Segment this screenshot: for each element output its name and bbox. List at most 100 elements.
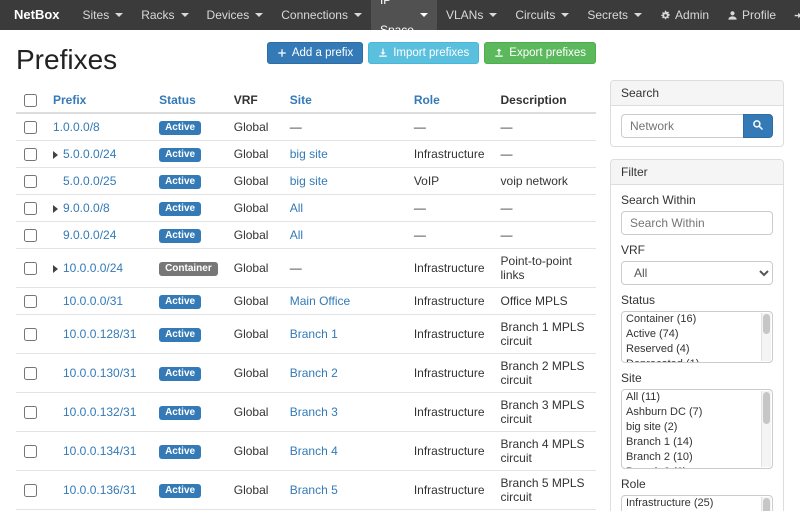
row-checkbox[interactable] — [24, 148, 37, 161]
prefix-link[interactable]: 5.0.0.0/24 — [63, 147, 116, 161]
table-row: 10.0.0.136/31ActiveGlobalBranch 5Infrast… — [16, 471, 596, 510]
nav-item-label: Profile — [742, 0, 776, 30]
status-badge: Active — [159, 406, 201, 420]
site-multiselect[interactable]: All (11)Ashburn DC (7)big site (2)Branch… — [621, 389, 773, 469]
site-cell: Main Office — [282, 288, 406, 315]
nav-item-devices[interactable]: Devices — [198, 0, 273, 30]
nav-item-profile[interactable]: Profile — [718, 0, 785, 30]
nav-item-racks[interactable]: Racks — [132, 0, 197, 30]
site-link[interactable]: Branch 5 — [290, 483, 338, 497]
prefix-link[interactable]: 10.0.0.0/31 — [63, 294, 123, 308]
nav-item-sites[interactable]: Sites — [74, 0, 133, 30]
prefix-link[interactable]: 10.0.0.130/31 — [63, 366, 136, 380]
site-link[interactable]: Branch 3 — [290, 405, 338, 419]
scrollbar[interactable] — [761, 313, 771, 361]
status-multiselect[interactable]: Container (16)Active (74)Reserved (4)Dep… — [621, 311, 773, 363]
prefix-link[interactable]: 10.0.0.128/31 — [63, 327, 136, 341]
nav-item-log-out[interactable]: Log out — [785, 0, 800, 30]
add-a-prefix-button[interactable]: Add a prefix — [267, 42, 363, 64]
row-checkbox[interactable] — [24, 229, 37, 242]
vrf-cell: Global — [226, 315, 282, 354]
option-reserved-4[interactable]: Reserved (4) — [622, 342, 772, 357]
row-checkbox[interactable] — [24, 295, 37, 308]
prefix-link[interactable]: 9.0.0.0/24 — [63, 228, 116, 242]
brand[interactable]: NetBox — [0, 0, 74, 30]
scrollbar-thumb[interactable] — [763, 498, 770, 511]
status-cell: Active — [151, 195, 226, 222]
nav-item-secrets[interactable]: Secrets — [578, 0, 651, 30]
prefix-cell: 10.0.0.128/31 — [45, 315, 151, 354]
option-container-16[interactable]: Container (16) — [622, 312, 772, 327]
option-ashburn-dc-7[interactable]: Ashburn DC (7) — [622, 405, 772, 420]
prefix-link[interactable]: 5.0.0.0/25 — [63, 174, 116, 188]
status-cell: Active — [151, 471, 226, 510]
vrf-cell: Global — [226, 354, 282, 393]
import-prefixes-button[interactable]: Import prefixes — [368, 42, 479, 64]
site-link[interactable]: All — [290, 201, 303, 215]
nav-item-label: Connections — [281, 0, 348, 30]
row-checkbox[interactable] — [24, 175, 37, 188]
vrf-cell: Global — [226, 195, 282, 222]
column-header-status[interactable]: Status — [159, 93, 196, 107]
scrollbar-thumb[interactable] — [763, 392, 770, 424]
prefix-link[interactable]: 10.0.0.132/31 — [63, 405, 136, 419]
option-branch-2-10[interactable]: Branch 2 (10) — [622, 450, 772, 465]
nav-item-vlans[interactable]: VLANs — [437, 0, 506, 30]
nav-item-connections[interactable]: Connections — [272, 0, 371, 30]
prefix-cell: 1.0.0.0/8 — [45, 113, 151, 141]
site-link[interactable]: big site — [290, 147, 328, 161]
column-header-site[interactable]: Site — [290, 93, 312, 107]
prefix-link[interactable]: 10.0.0.0/24 — [63, 261, 123, 275]
nav-item-ip-space[interactable]: IP Space — [371, 0, 437, 30]
scrollbar-thumb[interactable] — [763, 314, 770, 334]
option-active-74[interactable]: Active (74) — [622, 327, 772, 342]
site-link[interactable]: big site — [290, 174, 328, 188]
search-input[interactable] — [621, 114, 743, 138]
prefix-link[interactable]: 10.0.0.134/31 — [63, 444, 136, 458]
scrollbar[interactable] — [761, 497, 771, 511]
select-all-checkbox[interactable] — [24, 94, 37, 107]
scrollbar[interactable] — [761, 391, 771, 467]
import-icon — [378, 48, 388, 58]
column-header-prefix[interactable]: Prefix — [53, 93, 86, 107]
site-cell: All — [282, 195, 406, 222]
row-checkbox[interactable] — [24, 202, 37, 215]
option-branch-3-6[interactable]: Branch 3 (6) — [622, 465, 772, 469]
site-link[interactable]: Branch 4 — [290, 444, 338, 458]
prefix-link[interactable]: 1.0.0.0/8 — [53, 120, 100, 134]
column-header-vrf: VRF — [234, 93, 258, 107]
filter-label-vrf: VRF — [621, 243, 773, 257]
row-checkbox[interactable] — [24, 121, 37, 134]
row-checkbox[interactable] — [24, 262, 37, 275]
prefix-cell: 10.0.0.0/24 — [45, 249, 151, 288]
prefix-cell: 5.0.0.0/24 — [45, 141, 151, 168]
role-cell: Infrastructure — [406, 141, 493, 168]
nav-item-circuits[interactable]: Circuits — [506, 0, 578, 30]
description-cell: Office MPLS — [493, 288, 596, 315]
search-within-input[interactable] — [621, 211, 773, 235]
row-checkbox[interactable] — [24, 406, 37, 419]
vrf-select[interactable]: All — [621, 261, 773, 285]
prefix-link[interactable]: 9.0.0.0/8 — [63, 201, 110, 215]
column-header-role[interactable]: Role — [414, 93, 440, 107]
description-cell: Branch 1 MPLS circuit — [493, 315, 596, 354]
option-all-11[interactable]: All (11) — [622, 390, 772, 405]
site-link[interactable]: Main Office — [290, 294, 350, 308]
row-checkbox[interactable] — [24, 484, 37, 497]
row-checkbox[interactable] — [24, 445, 37, 458]
filter-label-site: Site — [621, 371, 773, 385]
option-branch-1-14[interactable]: Branch 1 (14) — [622, 435, 772, 450]
role-multiselect[interactable]: Infrastructure (25)Management (8)Private… — [621, 495, 773, 511]
row-checkbox[interactable] — [24, 367, 37, 380]
site-link[interactable]: All — [290, 228, 303, 242]
nav-item-admin[interactable]: Admin — [651, 0, 718, 30]
row-checkbox[interactable] — [24, 328, 37, 341]
export-prefixes-button[interactable]: Export prefixes — [484, 42, 596, 64]
option-infrastructure-25[interactable]: Infrastructure (25) — [622, 496, 772, 511]
option-deprecated-1[interactable]: Deprecated (1) — [622, 357, 772, 363]
site-link[interactable]: Branch 2 — [290, 366, 338, 380]
prefix-link[interactable]: 10.0.0.136/31 — [63, 483, 136, 497]
option-big-site-2[interactable]: big site (2) — [622, 420, 772, 435]
search-button[interactable] — [743, 114, 773, 138]
site-link[interactable]: Branch 1 — [290, 327, 338, 341]
